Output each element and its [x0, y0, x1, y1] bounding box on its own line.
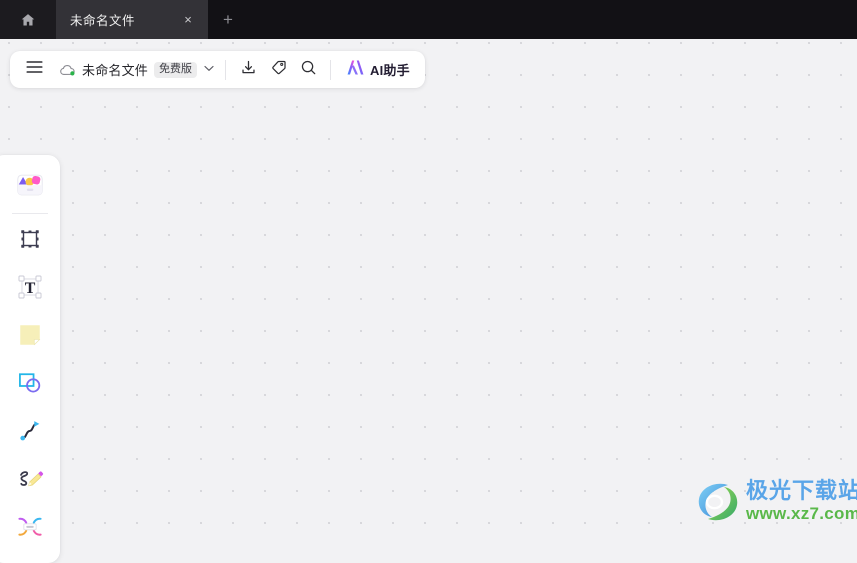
text-tool-icon: T	[16, 273, 44, 306]
document-name-group[interactable]: 未命名文件 免费版	[49, 60, 218, 79]
titlebar: 未命名文件 × +	[0, 0, 857, 39]
sidebar-tool-shape[interactable]	[6, 361, 54, 409]
document-title: 未命名文件	[82, 63, 149, 78]
chevron-down-icon[interactable]	[204, 64, 214, 75]
pencil-tool-icon	[16, 465, 44, 498]
sidebar-tool-text[interactable]: T	[6, 265, 54, 313]
connector-tool-icon	[16, 513, 44, 546]
tag-icon	[270, 59, 287, 81]
hamburger-menu-button[interactable]	[19, 56, 49, 84]
tab-untitled-file[interactable]: 未命名文件 ×	[56, 0, 208, 39]
new-tab-button[interactable]: +	[208, 0, 248, 39]
search-button[interactable]	[293, 56, 323, 84]
tool-sidebar: T	[0, 155, 60, 563]
cloud-sync-icon	[59, 63, 76, 77]
tab-label: 未命名文件	[70, 14, 136, 28]
sidebar-tool-curve[interactable]	[6, 409, 54, 457]
sidebar-tool-connector[interactable]	[6, 505, 54, 553]
download-icon	[240, 59, 257, 81]
hamburger-menu-icon	[25, 60, 43, 79]
home-icon	[20, 12, 36, 28]
tag-button[interactable]	[263, 56, 293, 84]
canvas-workspace[interactable]	[0, 39, 857, 534]
ai-assistant-logo-icon	[346, 59, 365, 81]
svg-text:T: T	[25, 279, 36, 296]
sidebar-tool-shapes-library[interactable]	[6, 163, 54, 211]
toolbar-divider-1	[225, 59, 227, 80]
home-button[interactable]	[0, 0, 56, 39]
ai-assistant-button[interactable]: AI助手	[340, 56, 416, 84]
toolbar-divider-2	[330, 59, 332, 80]
plan-badge: 免费版	[154, 61, 198, 78]
top-toolbar: 未命名文件 免费版 AI助手	[10, 51, 425, 88]
export-button[interactable]	[233, 56, 263, 84]
shapes-library-icon	[15, 170, 45, 205]
shape-tool-icon	[16, 369, 44, 402]
search-icon	[300, 59, 317, 81]
sidebar-divider	[12, 213, 48, 214]
sticky-note-icon	[17, 322, 43, 353]
ai-assistant-label: AI助手	[370, 63, 410, 78]
sidebar-tool-pencil[interactable]	[6, 457, 54, 505]
frame-icon	[17, 226, 43, 257]
sidebar-tool-frame[interactable]	[6, 217, 54, 265]
curve-tool-icon	[16, 417, 44, 450]
sidebar-tool-sticky-note[interactable]	[6, 313, 54, 361]
close-icon[interactable]: ×	[178, 10, 198, 30]
